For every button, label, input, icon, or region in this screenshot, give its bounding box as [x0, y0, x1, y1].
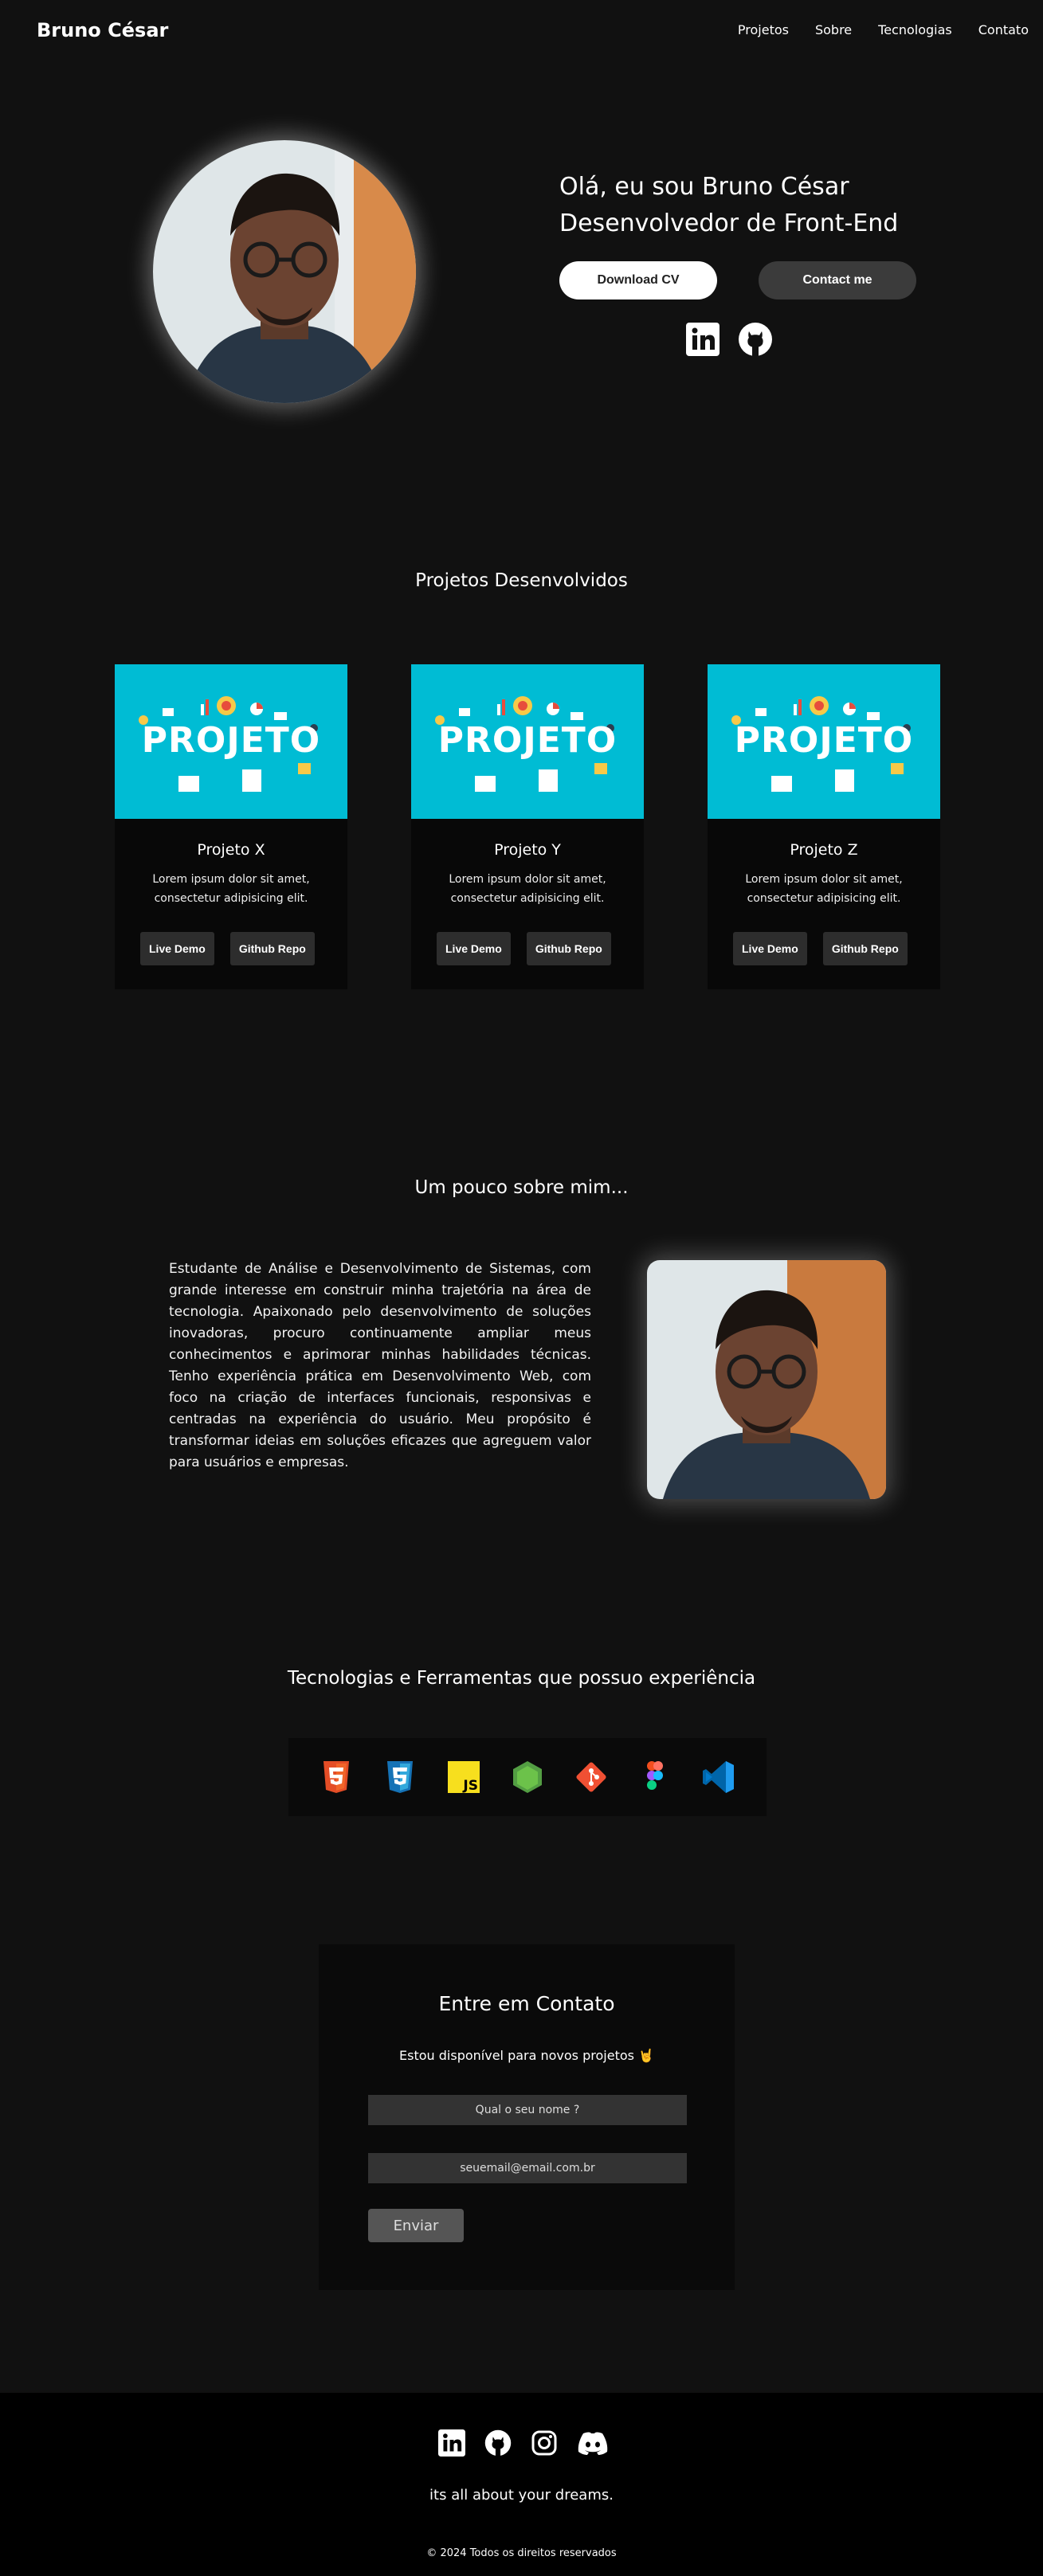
- project-thumbnail: PROJETO: [411, 664, 644, 819]
- linkedin-icon[interactable]: [685, 322, 720, 357]
- about-photo: [647, 1260, 886, 1499]
- hero-greeting: Olá, eu sou Bruno César: [559, 173, 849, 201]
- projects-title: Projetos Desenvolvidos: [415, 570, 628, 591]
- project-actions: Live Demo Github Repo: [140, 932, 315, 965]
- github-repo-button[interactable]: Github Repo: [526, 932, 611, 965]
- project-thumbnail-text: PROJETO: [141, 720, 321, 761]
- discord-icon[interactable]: [577, 2429, 609, 2457]
- contact-subtitle: Estou disponível para novos projetos 🤘: [399, 2048, 654, 2063]
- linkedin-icon[interactable]: [438, 2429, 465, 2457]
- github-icon[interactable]: [738, 322, 773, 357]
- main-nav: Projetos Sobre Tecnologias Contato: [738, 22, 1029, 37]
- portfolio-page: Bruno César Projetos Sobre Tecnologias C…: [0, 0, 1043, 2576]
- vscode-icon: [701, 1760, 736, 1795]
- about-text: Estudante de Análise e Desenvolvimento d…: [169, 1261, 591, 1470]
- project-description: Lorem ipsum dolor sit amet, consectetur …: [449, 873, 606, 905]
- project-card: PROJETO Projeto X Lorem ipsum dolor sit …: [115, 664, 347, 989]
- site-header: Bruno César Projetos Sobre Tecnologias C…: [0, 0, 1043, 62]
- contact-me-button[interactable]: Contact me: [759, 261, 916, 299]
- contact-form: Entre em Contato Estou disponível para n…: [319, 1944, 735, 2290]
- project-title: Projeto Y: [494, 841, 561, 859]
- project-description: Lorem ipsum dolor sit amet, consectetur …: [745, 873, 903, 905]
- project-title: Projeto Z: [790, 841, 858, 859]
- name-input[interactable]: [368, 2095, 687, 2125]
- instagram-icon[interactable]: [531, 2429, 558, 2457]
- brand-logo[interactable]: Bruno César: [37, 19, 168, 41]
- profile-photo: [153, 140, 416, 403]
- footer-copyright: © 2024 Todos os direitos reservados: [426, 2547, 617, 2559]
- nav-contato[interactable]: Contato: [978, 22, 1029, 37]
- project-description: Lorem ipsum dolor sit amet, consectetur …: [152, 873, 310, 905]
- hero-social-links: [685, 322, 773, 357]
- github-icon[interactable]: [484, 2429, 512, 2457]
- footer-slogan: its all about your dreams.: [429, 2487, 614, 2504]
- project-card: PROJETO Projeto Z Lorem ipsum dolor sit …: [708, 664, 940, 989]
- nav-projetos[interactable]: Projetos: [738, 22, 789, 37]
- email-input[interactable]: [368, 2153, 687, 2183]
- project-thumbnail: PROJETO: [708, 664, 940, 819]
- javascript-icon: JS: [446, 1760, 481, 1795]
- send-button[interactable]: Enviar: [368, 2209, 464, 2242]
- live-demo-button[interactable]: Live Demo: [733, 932, 807, 965]
- hero-role: Desenvolvedor de Front-End: [559, 209, 899, 237]
- github-repo-button[interactable]: Github Repo: [822, 932, 908, 965]
- live-demo-button[interactable]: Live Demo: [437, 932, 511, 965]
- about-title: Um pouco sobre mim...: [414, 1177, 629, 1198]
- contact-title: Entre em Contato: [438, 1992, 615, 2015]
- project-thumbnail-text: PROJETO: [734, 720, 914, 761]
- footer-social-links: [438, 2429, 609, 2457]
- nav-tecnologias[interactable]: Tecnologias: [878, 22, 952, 37]
- html5-icon: [319, 1760, 354, 1795]
- figma-icon: [637, 1760, 672, 1795]
- project-thumbnail: PROJETO: [115, 664, 347, 819]
- tech-title: Tecnologias e Ferramentas que possuo exp…: [287, 1668, 756, 1689]
- css3-icon: [382, 1760, 418, 1795]
- project-actions: Live Demo Github Repo: [733, 932, 908, 965]
- hero-heading: Olá, eu sou Bruno César Desenvolvedor de…: [559, 169, 926, 242]
- github-repo-button[interactable]: Github Repo: [229, 932, 315, 965]
- site-footer: its all about your dreams. © 2024 Todos …: [0, 2393, 1043, 2576]
- git-icon: [574, 1760, 609, 1795]
- nav-sobre[interactable]: Sobre: [815, 22, 852, 37]
- download-cv-button[interactable]: Download CV: [559, 261, 717, 299]
- hero-buttons: Download CV Contact me: [559, 261, 916, 299]
- project-thumbnail-text: PROJETO: [437, 720, 618, 761]
- project-card: PROJETO Projeto Y Lorem ipsum dolor sit …: [411, 664, 644, 989]
- project-actions: Live Demo Github Repo: [437, 932, 611, 965]
- svg-text:JS: JS: [462, 1778, 478, 1794]
- project-title: Projeto X: [197, 841, 265, 859]
- tech-icons-bar: JS: [288, 1738, 767, 1816]
- nodejs-icon: [510, 1760, 545, 1795]
- live-demo-button[interactable]: Live Demo: [140, 932, 214, 965]
